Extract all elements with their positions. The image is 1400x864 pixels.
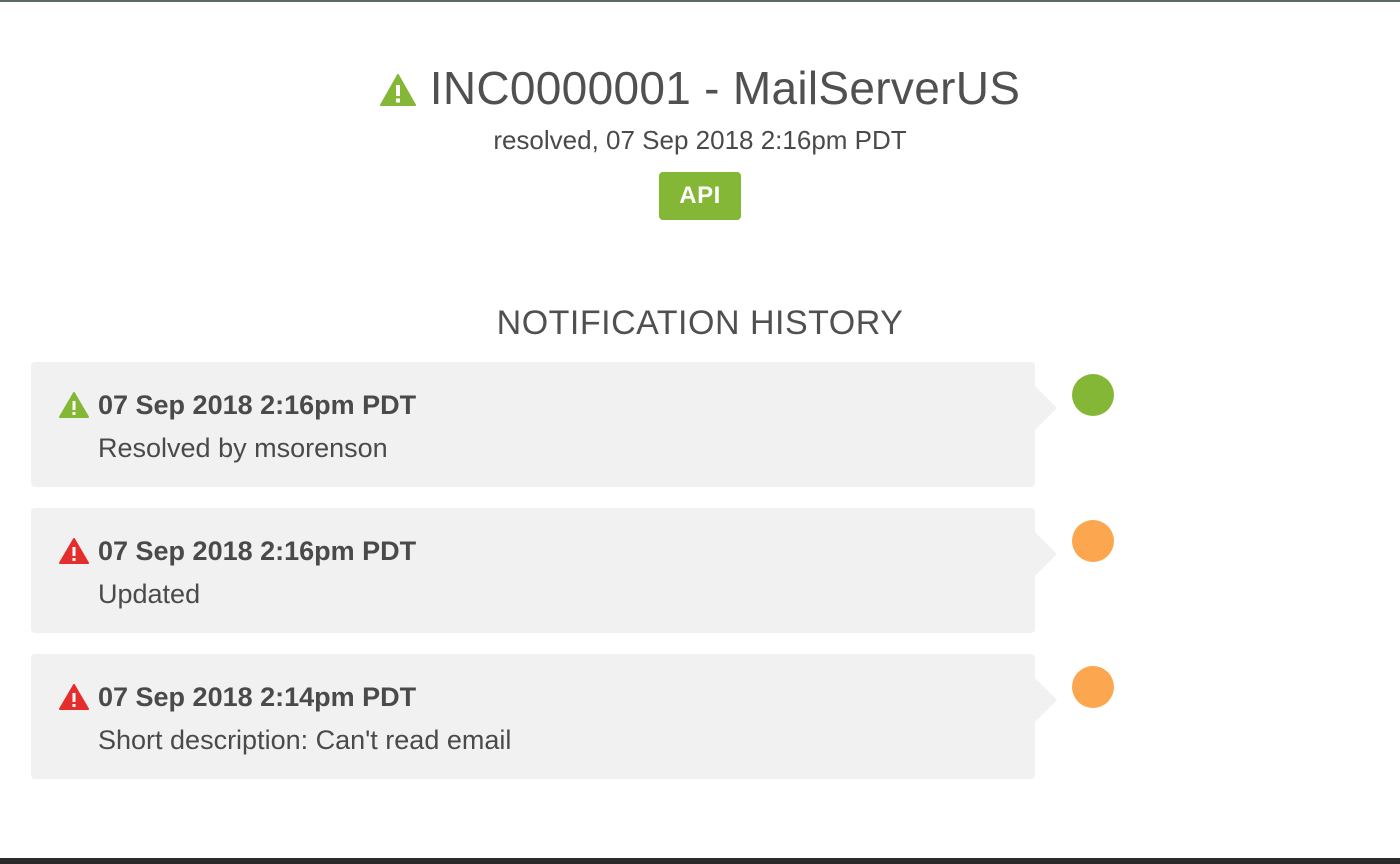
history-entry: 07 Sep 2018 2:16pm PDT Updated — [31, 508, 1114, 633]
history-entry-description: Resolved by msorenson — [98, 433, 388, 463]
history-card — [31, 508, 1035, 633]
history-entry: 07 Sep 2018 2:14pm PDT Short description… — [31, 654, 1114, 779]
card-pointer — [1035, 386, 1057, 430]
history-entry-time: 07 Sep 2018 2:16pm PDT — [98, 390, 417, 420]
warning-triangle-icon — [379, 74, 416, 106]
warning-triangle-icon — [59, 538, 89, 564]
top-rule — [0, 0, 1400, 2]
source-badge: API — [659, 172, 741, 220]
card-pointer — [1035, 532, 1057, 576]
incident-title: INC0000001 - MailServerUS — [429, 62, 1021, 114]
notification-history-heading: NOTIFICATION HISTORY — [496, 304, 904, 342]
warning-triangle-icon — [59, 392, 89, 418]
status-dot — [1072, 666, 1114, 708]
status-dot — [1072, 374, 1114, 416]
incident-status-line: resolved, 07 Sep 2018 2:16pm PDT — [493, 125, 907, 155]
history-entry-time: 07 Sep 2018 2:16pm PDT — [98, 536, 417, 566]
history-card — [31, 362, 1035, 487]
card-pointer — [1035, 678, 1057, 722]
history-entry-description: Updated — [98, 579, 201, 609]
incident-header: INC0000001 - MailServerUS resolved, 07 S… — [0, 56, 1400, 220]
history-entry: 07 Sep 2018 2:16pm PDT Resolved by msore… — [31, 362, 1114, 487]
history-entry-time: 07 Sep 2018 2:14pm PDT — [98, 682, 417, 712]
status-dot — [1072, 520, 1114, 562]
history-entry-description: Short description: Can't read email — [98, 725, 512, 755]
history-card — [31, 654, 1035, 779]
incident-title-row: INC0000001 - MailServerUS — [379, 56, 1021, 120]
warning-triangle-icon — [59, 684, 89, 710]
bottom-rule — [0, 858, 1400, 864]
